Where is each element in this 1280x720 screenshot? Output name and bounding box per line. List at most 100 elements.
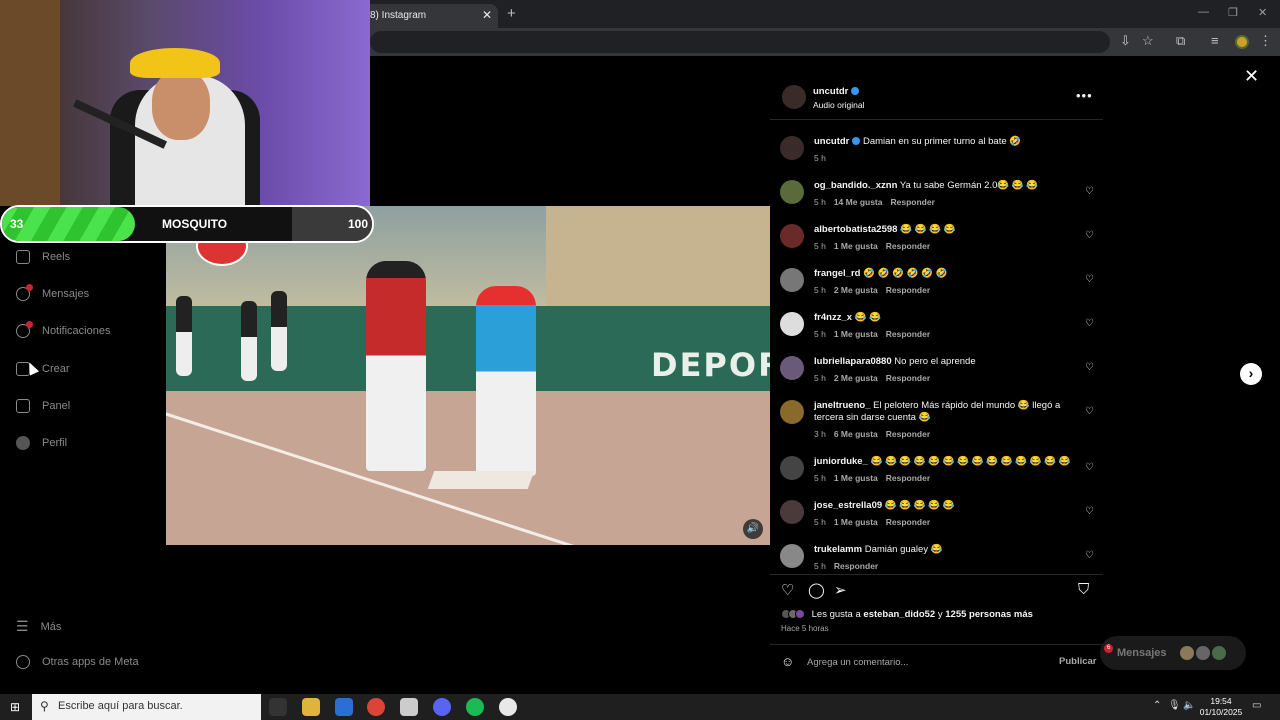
comment-user[interactable]: albertobatista2598 xyxy=(814,224,897,235)
author-avatar[interactable] xyxy=(782,85,806,109)
comment-user[interactable]: juniorduke_ xyxy=(814,456,868,467)
browser-menu-icon[interactable]: ⋮ xyxy=(1259,33,1272,49)
publish-button[interactable]: Publicar xyxy=(1059,656,1097,667)
comment-likes[interactable]: 1 Me gusta xyxy=(834,473,878,483)
taskbar-search[interactable]: ⚲ xyxy=(32,694,261,720)
profile-avatar[interactable] xyxy=(1235,35,1249,49)
comment-like-heart-icon[interactable]: ♡ xyxy=(1085,550,1094,561)
discord-icon[interactable] xyxy=(433,698,451,716)
caption-user[interactable]: uncutdr xyxy=(814,136,849,147)
obs-icon[interactable] xyxy=(499,698,517,716)
post-audio[interactable]: Audio original xyxy=(813,100,865,110)
volume-icon[interactable]: 🔊 xyxy=(743,519,763,539)
microphone-icon[interactable]: 🎙 xyxy=(1168,700,1181,711)
chrome-icon[interactable] xyxy=(367,698,385,716)
comment-user[interactable]: janeltrueno_ xyxy=(814,400,871,411)
sidebar-item-reels[interactable]: Reels xyxy=(16,250,70,264)
save-bookmark-icon[interactable]: ⛉ xyxy=(1078,581,1089,598)
install-icon[interactable]: ⇩ xyxy=(1120,33,1131,49)
close-window-button[interactable]: ✕ xyxy=(1258,6,1267,19)
avatar[interactable] xyxy=(780,224,804,248)
like-icon[interactable]: ♡ xyxy=(781,581,794,599)
app-icon[interactable] xyxy=(400,698,418,716)
sidebar-item-mensajes[interactable]: Mensajes xyxy=(16,284,89,301)
task-view-icon[interactable] xyxy=(269,698,287,716)
comment-likes[interactable]: 1 Me gusta xyxy=(834,517,878,527)
reply-button[interactable]: Responder xyxy=(886,241,930,251)
avatar[interactable] xyxy=(780,544,804,568)
new-tab-button[interactable]: + xyxy=(507,5,516,22)
extensions-icon[interactable]: ⧉ xyxy=(1176,33,1185,49)
next-post-chevron-icon[interactable]: › xyxy=(1240,363,1262,385)
comment-user[interactable]: trukelamm xyxy=(814,544,862,555)
sidebar-item-meta-apps[interactable]: Otras apps de Meta xyxy=(16,655,139,669)
notifications-icon[interactable]: ▭ xyxy=(1252,700,1261,711)
comment-likes[interactable]: 14 Me gusta xyxy=(834,197,883,207)
media-controls-icon[interactable]: ≡ xyxy=(1211,33,1219,48)
likes-summary[interactable]: Les gusta a esteban_dido52 y 1255 person… xyxy=(781,609,1101,620)
sidebar-item-notificaciones[interactable]: Notificaciones xyxy=(16,321,110,338)
reply-button[interactable]: Responder xyxy=(886,285,930,295)
avatar[interactable] xyxy=(780,268,804,292)
sidebar-item-perfil[interactable]: Perfil xyxy=(16,436,67,450)
comment-like-heart-icon[interactable]: ♡ xyxy=(1085,318,1094,329)
reply-button[interactable]: Responder xyxy=(886,517,930,527)
reply-button[interactable]: Responder xyxy=(886,473,930,483)
comment-likes[interactable]: 1 Me gusta xyxy=(834,241,878,251)
avatar[interactable] xyxy=(780,180,804,204)
spotify-icon[interactable] xyxy=(466,698,484,716)
likes-user[interactable]: esteban_dido52 xyxy=(863,609,935,620)
volume-tray-icon[interactable]: 🔈 xyxy=(1183,700,1195,711)
emoji-icon[interactable]: ☺ xyxy=(781,654,794,669)
author-avatar[interactable] xyxy=(780,136,804,160)
minimize-button[interactable]: — xyxy=(1198,6,1209,18)
reply-button[interactable]: Responder xyxy=(886,373,930,383)
comment-likes[interactable]: 6 Me gusta xyxy=(834,429,878,439)
more-options-icon[interactable]: ••• xyxy=(1076,88,1093,103)
post-author[interactable]: uncutdr xyxy=(813,86,860,97)
maximize-button[interactable]: ❐ xyxy=(1228,6,1238,19)
avatar[interactable] xyxy=(780,400,804,424)
reply-button[interactable]: Responder xyxy=(834,561,878,571)
file-explorer-icon[interactable] xyxy=(302,698,320,716)
close-icon[interactable]: ✕ xyxy=(1244,66,1259,87)
comment-like-heart-icon[interactable]: ♡ xyxy=(1085,230,1094,241)
tray-chevron-icon[interactable]: ⌃ xyxy=(1153,700,1161,711)
reply-button[interactable]: Responder xyxy=(886,329,930,339)
sidebar-item-panel[interactable]: Panel xyxy=(16,399,70,413)
likes-count[interactable]: 1255 personas más xyxy=(945,609,1033,620)
reply-button[interactable]: Responder xyxy=(890,197,934,207)
comment-likes[interactable]: 2 Me gusta xyxy=(834,373,878,383)
avatar[interactable] xyxy=(780,356,804,380)
comment-like-heart-icon[interactable]: ♡ xyxy=(1085,274,1094,285)
address-bar[interactable] xyxy=(370,31,1110,53)
comment-likes[interactable]: 2 Me gusta xyxy=(834,285,878,295)
comment-like-heart-icon[interactable]: ♡ xyxy=(1085,362,1094,373)
comment-icon[interactable]: ◯ xyxy=(808,581,825,599)
tab-instagram[interactable]: 8) Instagram ✕ xyxy=(360,4,498,28)
search-input[interactable] xyxy=(58,700,253,712)
comment-like-heart-icon[interactable]: ♡ xyxy=(1085,186,1094,197)
comment-user[interactable]: frangel_rd xyxy=(814,268,860,279)
clock[interactable]: 19:54 01/10/2025 xyxy=(1196,696,1246,718)
reel-video[interactable]: DEPORT 🔊 xyxy=(166,206,770,545)
sidebar-item-more[interactable]: ☰ Más xyxy=(16,618,61,635)
comment-like-heart-icon[interactable]: ♡ xyxy=(1085,506,1094,517)
comment-like-heart-icon[interactable]: ♡ xyxy=(1085,406,1094,417)
avatar[interactable] xyxy=(780,312,804,336)
comment-likes[interactable]: 1 Me gusta xyxy=(834,329,878,339)
comment-user[interactable]: fr4nzz_x xyxy=(814,312,852,323)
avatar[interactable] xyxy=(780,500,804,524)
bookmark-star-icon[interactable]: ☆ xyxy=(1142,33,1154,49)
store-icon[interactable] xyxy=(335,698,353,716)
reply-button[interactable]: Responder xyxy=(886,429,930,439)
comment-user[interactable]: lubriellapara0880 xyxy=(814,356,892,367)
windows-start-icon[interactable]: ⊞ xyxy=(10,700,20,714)
comment-like-heart-icon[interactable]: ♡ xyxy=(1085,462,1094,473)
comment-user[interactable]: jose_estrella09 xyxy=(814,500,882,511)
share-icon[interactable]: ➢ xyxy=(834,581,847,599)
comment-input[interactable] xyxy=(807,655,1037,669)
messages-pill[interactable]: 6 Mensajes xyxy=(1100,636,1246,670)
comment-user[interactable]: og_bandido._xznn xyxy=(814,180,897,191)
avatar[interactable] xyxy=(780,456,804,480)
